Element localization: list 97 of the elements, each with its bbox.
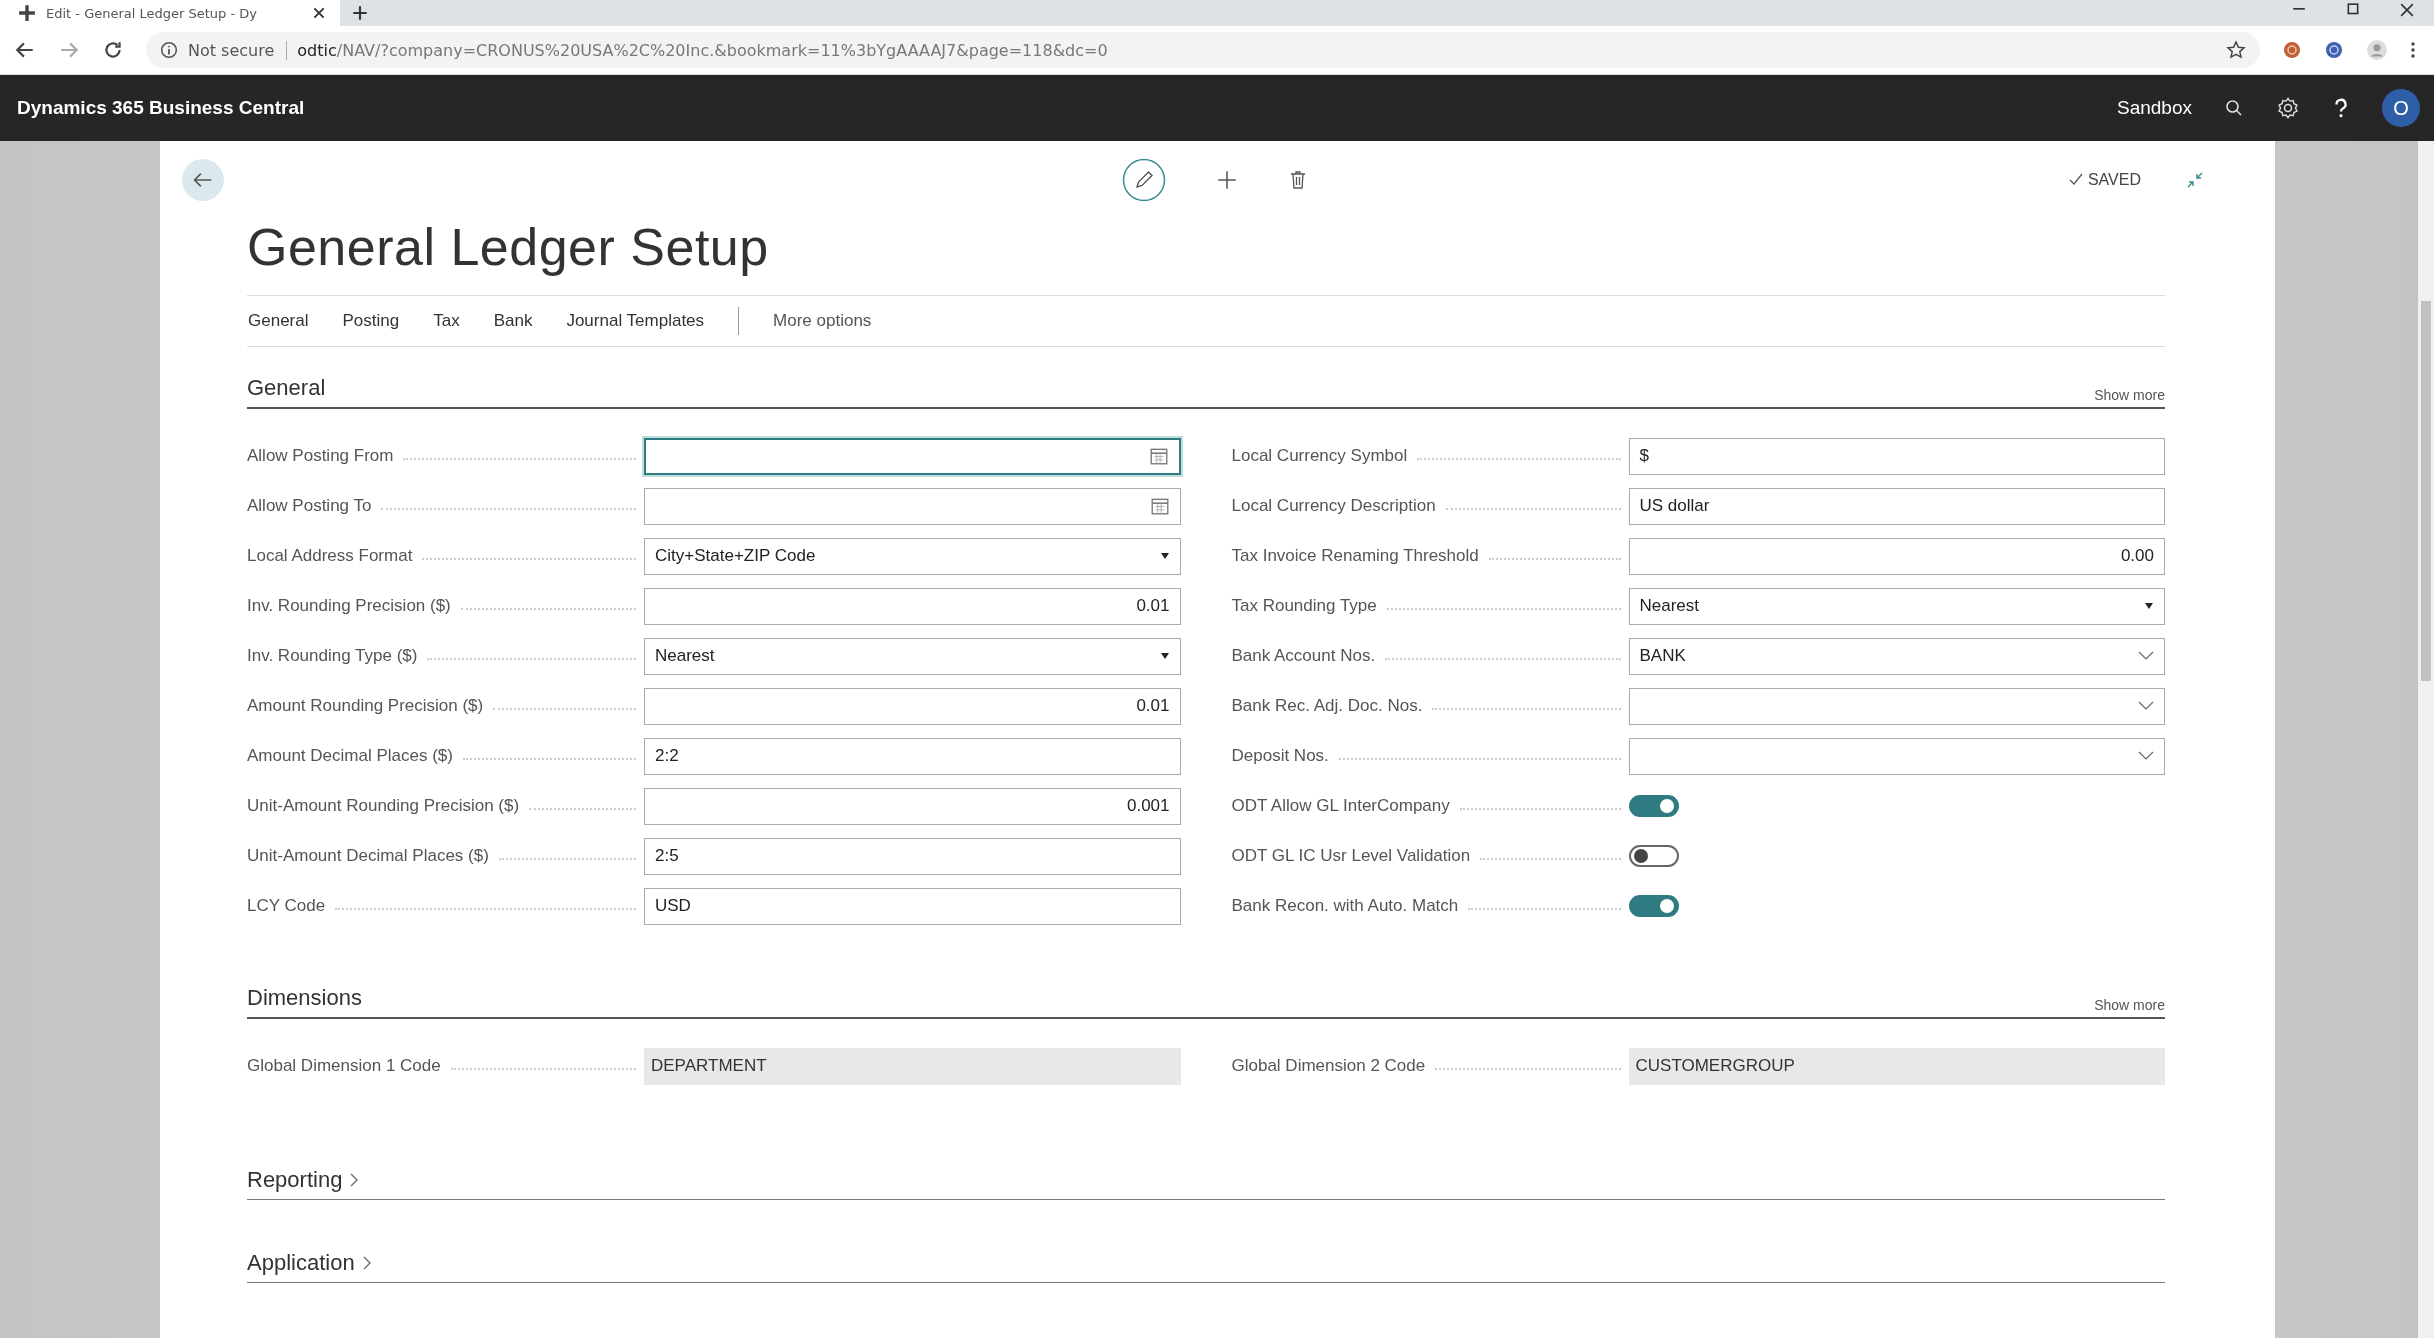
show-more-link[interactable]: Show more — [2094, 387, 2165, 403]
field-label: Deposit Nos. — [1231, 746, 1329, 766]
page-title: General Ledger Setup — [247, 219, 770, 278]
input-field[interactable]: 0.001 — [644, 787, 1181, 825]
help-icon[interactable] — [2332, 96, 2350, 120]
app-title[interactable]: Dynamics 365 Business Central — [17, 97, 305, 119]
app-logo-icon — [18, 4, 36, 22]
browser-tab[interactable]: Edit - General Ledger Setup - Dy — [0, 0, 340, 26]
security-label: Not secure — [188, 40, 288, 60]
toggle-switch[interactable] — [1628, 895, 1679, 917]
section-title[interactable]: Reporting — [247, 1167, 343, 1193]
more-options-link[interactable]: More options — [773, 311, 872, 331]
readonly-field: CUSTOMERGROUP — [1628, 1047, 2165, 1085]
field-label: Amount Decimal Places ($) — [247, 746, 453, 766]
toggle-switch[interactable] — [1628, 795, 1679, 817]
field-label: Unit-Amount Rounding Precision ($) — [247, 796, 520, 816]
address-bar[interactable]: Not secure odtic/NAV/?company=CRONUS%20USA%2C%20Inc.&bookmark=11%3bYgAAAAJ7&page=118&dc=0 — [146, 32, 2260, 68]
section-title[interactable]: Dimensions — [247, 985, 362, 1011]
extension-icon[interactable] — [2282, 40, 2302, 60]
edit-button[interactable] — [1122, 158, 1166, 202]
field-label: Tax Rounding Type — [1231, 596, 1377, 616]
field-label: Global Dimension 2 Code — [1231, 1056, 1426, 1076]
field-label: Inv. Rounding Precision ($) — [247, 596, 451, 616]
back-button[interactable] — [182, 159, 224, 201]
dropdown-arrow-icon — [1159, 651, 1170, 661]
field-label: Global Dimension 1 Code — [247, 1056, 441, 1076]
dropdown-field[interactable] — [1628, 737, 2165, 775]
chevron-down-icon[interactable] — [2138, 751, 2154, 761]
show-more-link[interactable]: Show more — [2094, 997, 2165, 1013]
search-icon[interactable] — [2224, 98, 2244, 118]
chevron-icon[interactable] — [362, 1256, 371, 1270]
dropdown-field[interactable] — [1628, 687, 2165, 725]
input-field[interactable]: 0.01 — [644, 587, 1181, 625]
reload-icon[interactable] — [102, 39, 124, 61]
field-label: Local Currency Description — [1231, 496, 1436, 516]
field-label: ODT GL IC Usr Level Validation — [1231, 846, 1471, 866]
dropdown-field[interactable]: Nearest — [644, 637, 1181, 675]
new-tab-icon[interactable] — [352, 5, 368, 21]
dropdown-field[interactable]: Nearest — [1628, 587, 2165, 625]
calendar-icon[interactable] — [1149, 496, 1170, 516]
tab-title: Edit - General Ledger Setup - Dy — [46, 5, 258, 21]
section-link[interactable]: Bank — [493, 311, 533, 331]
info-icon — [160, 41, 178, 59]
dropdown-field[interactable]: BANK — [1628, 637, 2165, 675]
delete-icon[interactable] — [1288, 169, 1308, 191]
date-field[interactable] — [644, 437, 1181, 475]
section-link[interactable]: Tax — [433, 311, 460, 331]
dropdown-field[interactable]: City+State+ZIP Code — [644, 537, 1181, 575]
field-label: LCY Code — [247, 896, 326, 916]
dropdown-arrow-icon — [2144, 601, 2154, 611]
star-icon[interactable] — [2226, 40, 2246, 60]
settings-icon[interactable] — [2276, 96, 2300, 120]
url-text: odtic/NAV/?company=CRONUS%20USA%2C%20Inc.&bookmark=11%3bYgAAAAJ7&page=118&dc=0 — [297, 40, 1108, 60]
date-field[interactable] — [644, 487, 1181, 525]
section-link[interactable]: Posting — [342, 311, 400, 331]
input-field[interactable]: US dollar — [1628, 487, 2165, 525]
section-link[interactable]: General — [248, 311, 309, 331]
field-label: ODT Allow GL InterCompany — [1231, 796, 1450, 816]
field-label: Amount Rounding Precision ($) — [247, 696, 484, 716]
field-label: Local Currency Symbol — [1231, 446, 1408, 466]
field-label: Bank Rec. Adj. Doc. Nos. — [1231, 696, 1423, 716]
saved-label: SAVED — [2087, 171, 2141, 189]
chevron-down-icon[interactable] — [2138, 701, 2154, 711]
extension-icon[interactable] — [2324, 40, 2344, 60]
input-field[interactable]: 0.01 — [644, 687, 1181, 725]
environment-label: Sandbox — [2117, 97, 2192, 119]
input-field[interactable]: 2:5 — [644, 837, 1181, 875]
toggle-switch[interactable] — [1628, 845, 1679, 867]
menu-icon[interactable] — [2410, 40, 2416, 60]
restore-icon[interactable] — [2346, 3, 2360, 17]
profile-icon[interactable] — [2366, 39, 2388, 61]
field-label: Allow Posting From — [247, 446, 394, 466]
input-field[interactable]: USD — [644, 887, 1181, 925]
dropdown-arrow-icon — [1159, 551, 1170, 561]
chevron-icon[interactable] — [350, 1173, 359, 1187]
field-label: Unit-Amount Decimal Places ($) — [247, 846, 489, 866]
close-icon[interactable] — [2400, 3, 2414, 17]
field-label: Local Address Format — [247, 546, 413, 566]
field-label: Allow Posting To — [247, 496, 372, 516]
chevron-down-icon[interactable] — [2138, 651, 2154, 661]
section-link[interactable]: Journal Templates — [566, 311, 705, 331]
section-title[interactable]: General — [247, 375, 326, 401]
input-field[interactable]: $ — [1628, 437, 2165, 475]
input-field[interactable]: 0.00 — [1628, 537, 2165, 575]
field-label: Bank Account Nos. — [1231, 646, 1376, 666]
add-icon[interactable] — [1216, 169, 1238, 191]
collapse-icon[interactable] — [2185, 170, 2205, 190]
user-avatar[interactable]: O — [2382, 89, 2420, 127]
calendar-icon[interactable] — [1148, 446, 1169, 466]
scrollbar-thumb[interactable] — [2421, 301, 2431, 681]
readonly-field: DEPARTMENT — [644, 1047, 1181, 1085]
field-label: Tax Invoice Renaming Threshold — [1231, 546, 1479, 566]
section-title[interactable]: Application — [247, 1250, 355, 1276]
close-icon[interactable] — [312, 6, 326, 20]
field-label: Bank Recon. with Auto. Match — [1231, 896, 1459, 916]
input-field[interactable]: 2:2 — [644, 737, 1181, 775]
field-label: Inv. Rounding Type ($) — [247, 646, 418, 666]
